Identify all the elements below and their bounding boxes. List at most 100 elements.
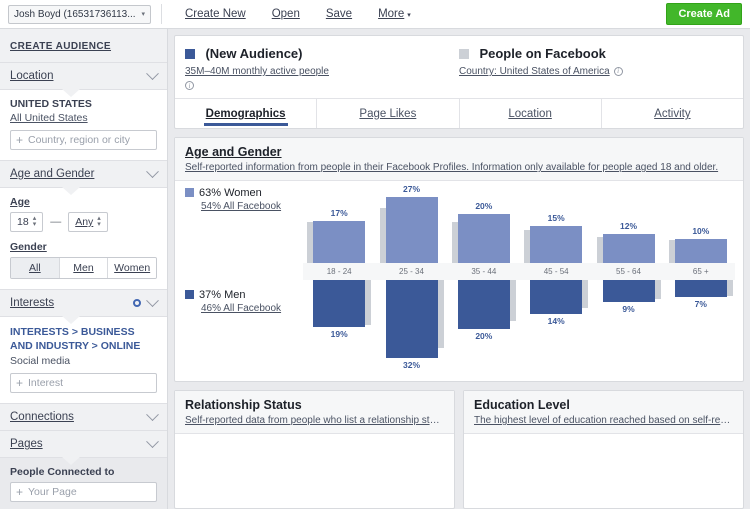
audience-header-card: (New Audience) 35M–40M monthly active pe… (174, 35, 744, 129)
chevron-down-icon (146, 435, 159, 448)
sidebar-section-location-label: Location (10, 70, 54, 82)
toolbar-divider (161, 4, 162, 24)
bar-label-men: 14% (547, 316, 565, 327)
sidebar-section-age-gender[interactable]: Age and Gender (0, 160, 167, 187)
legend-women: 63% Women 54% All Facebook (185, 187, 281, 212)
sidebar-section-location[interactable]: Location (0, 62, 167, 89)
legend-men-benchmark: 46% All Facebook (201, 303, 282, 314)
stepper-icon: ▴ ▾ (32, 215, 37, 228)
axis-label-age-group: 18 - 24 (326, 267, 352, 276)
gender-option-all[interactable]: All (11, 258, 60, 278)
main-content: (New Audience) 35M–40M monthly active pe… (168, 29, 750, 509)
bar-men[interactable] (530, 280, 583, 315)
gender-option-women[interactable]: Women (108, 258, 156, 278)
tab-demographics[interactable]: Demographics (175, 99, 318, 128)
age-min-select[interactable]: 18 ▴ ▾ (10, 212, 44, 232)
bar-women[interactable] (674, 238, 727, 263)
tab-page-likes[interactable]: Page Likes (317, 99, 460, 128)
relationship-status-header: Relationship Status Self-reported data f… (175, 391, 454, 434)
bar-label-women: 27% (402, 183, 420, 194)
sidebar-title: CREATE AUDIENCE (10, 41, 112, 52)
tab-activity[interactable]: Activity (602, 99, 743, 128)
gear-icon[interactable] (133, 299, 141, 307)
comparison-column: People on Facebook Country: United State… (459, 45, 733, 90)
location-input[interactable]: + Country, region or city (10, 130, 157, 150)
audience-swatch-icon (185, 49, 195, 59)
education-level-chart: 62% (464, 434, 743, 508)
people-connected-input[interactable]: + Your Page (10, 482, 157, 503)
create-new-link[interactable]: Create New (172, 8, 259, 20)
sidebar-section-connections[interactable]: Connections (0, 403, 167, 430)
bar-women[interactable] (530, 226, 583, 263)
chevron-down-icon (146, 164, 159, 178)
age-max-select[interactable]: Any ▴ ▾ (68, 212, 108, 232)
sidebar-section-interests[interactable]: Interests (0, 289, 167, 316)
age-gender-card-header: Age and Gender Self-reported information… (175, 138, 743, 181)
more-link[interactable]: More ▾ (365, 8, 424, 20)
top-toolbar: Josh Boyd (16531736113... ▾ Create New O… (0, 0, 750, 29)
age-gender-panel: Age 18 ▴ ▾ — Any ▴ ▾ Gender All Men Women (0, 187, 167, 289)
plus-icon: + (16, 376, 24, 391)
bar-women[interactable] (385, 196, 438, 263)
audience-subtitle: 35M–40M monthly active people (185, 66, 329, 77)
info-icon[interactable]: i (613, 66, 623, 76)
bar-men[interactable] (674, 280, 727, 298)
sidebar-section-pages[interactable]: Pages (0, 430, 167, 457)
bar-label-women: 15% (547, 213, 565, 224)
pages-panel: People Connected to + Your Page People N… (0, 457, 167, 509)
relationship-status-description: Self-reported data from people who list … (185, 415, 444, 426)
age-label: Age (10, 196, 30, 208)
bar-label-men: 32% (402, 360, 420, 371)
tab-location[interactable]: Location (460, 99, 602, 128)
gender-segmented-control: All Men Women (10, 257, 157, 279)
education-level-header: Education Level The highest level of edu… (464, 391, 743, 434)
age-range-dash: — (50, 216, 62, 228)
age-gender-description: Self-reported information from people in… (185, 162, 719, 173)
sidebar-section-interests-label: Interests (10, 297, 55, 309)
plus-icon: + (16, 485, 24, 500)
save-link[interactable]: Save (313, 8, 365, 20)
location-input-placeholder: Country, region or city (28, 134, 130, 146)
interests-panel: INTERESTS > BUSINESS AND INDUSTRY > ONLI… (0, 316, 167, 404)
comparison-swatch-icon (459, 49, 469, 59)
relationship-status-chart: 31%47% (175, 434, 454, 508)
more-label: More (378, 8, 405, 20)
education-level-title: Education Level (474, 398, 570, 412)
location-country-link[interactable]: All United States (10, 112, 157, 124)
axis-label-age-group: 65 + (692, 267, 709, 276)
legend-women-benchmark: 54% All Facebook (201, 201, 282, 212)
interests-value: Social media (10, 355, 71, 368)
info-icon[interactable]: i (185, 81, 194, 90)
open-link[interactable]: Open (259, 8, 313, 20)
legend-women-label: 63% Women (185, 187, 281, 199)
sidebar-section-age-gender-label: Age and Gender (10, 168, 95, 180)
gender-option-men[interactable]: Men (59, 258, 109, 278)
men-swatch-icon (185, 290, 194, 299)
bar-women[interactable] (313, 221, 366, 263)
account-select-label: Josh Boyd (16531736113... (14, 8, 136, 20)
axis-label-age-group: 35 - 44 (471, 267, 497, 276)
bar-men[interactable] (385, 280, 438, 359)
women-swatch-icon (185, 188, 194, 197)
bar-women[interactable] (602, 233, 655, 263)
bar-men[interactable] (602, 280, 655, 303)
education-level-description: The highest level of education reached b… (474, 415, 733, 426)
age-gender-chart: 63% Women 54% All Facebook 37% Men 46% A… (175, 181, 743, 381)
interest-input[interactable]: + Interest (10, 373, 157, 394)
bar-label-women: 12% (619, 220, 637, 231)
interests-breadcrumb[interactable]: INTERESTS > BUSINESS AND INDUSTRY > ONLI… (10, 325, 157, 353)
interest-input-placeholder: Interest (28, 377, 64, 390)
people-connected-placeholder: Your Page (28, 486, 77, 499)
bar-men[interactable] (313, 280, 366, 327)
bar-men[interactable] (457, 280, 510, 329)
app-body: CREATE AUDIENCE Location UNITED STATES A… (0, 29, 750, 509)
age-gender-card: Age and Gender Self-reported information… (174, 137, 744, 382)
gender-label: Gender (10, 241, 47, 253)
relationship-status-card: Relationship Status Self-reported data f… (174, 390, 455, 509)
location-panel: UNITED STATES All United States + Countr… (0, 89, 167, 160)
create-ad-button[interactable]: Create Ad (666, 3, 742, 25)
account-select[interactable]: Josh Boyd (16531736113... ▾ (8, 4, 151, 24)
bar-women[interactable] (457, 214, 510, 263)
sidebar-section-pages-label: Pages (10, 438, 43, 451)
axis-label-age-group: 25 - 34 (399, 267, 424, 276)
